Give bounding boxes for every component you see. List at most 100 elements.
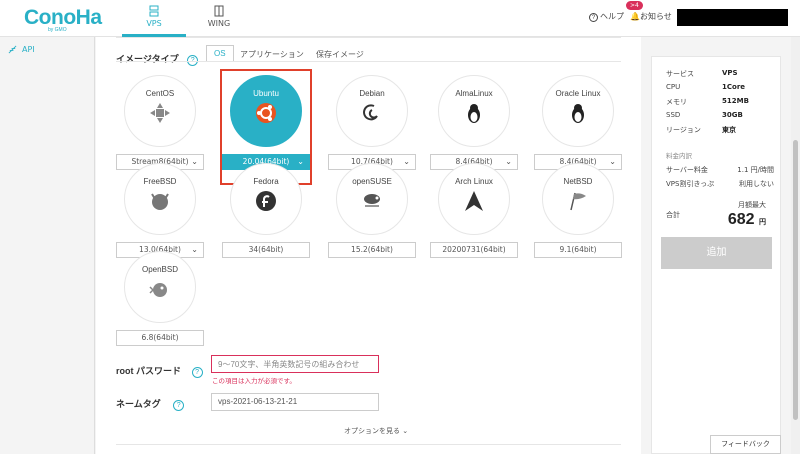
chevron-down-icon: ⌄ [402, 427, 409, 435]
add-button[interactable]: 追加 [661, 237, 772, 269]
subtab-os[interactable]: OS [206, 45, 234, 62]
opensuse-chameleon-icon [364, 194, 380, 207]
os-circle[interactable]: FreeBSD [124, 163, 196, 235]
leaf-icon [8, 45, 17, 54]
os-name: Fedora [253, 177, 279, 186]
sidebar-item-api[interactable]: API [0, 39, 95, 61]
tux-penguin-icon [468, 104, 480, 123]
subtab-application[interactable]: アプリケーション [240, 49, 304, 60]
debian-logo-icon [363, 104, 378, 121]
os-card-debian[interactable]: Debian 10.7(64bit) ⌄ [328, 75, 416, 170]
version-text: 15.2(64bit) [351, 245, 393, 254]
os-name: NetBSD [563, 177, 593, 186]
feedback-button[interactable]: フィードバック [710, 435, 781, 454]
root-password-text: root パスワード [116, 366, 181, 376]
price-unit: 円 [759, 219, 766, 226]
os-circle[interactable]: Arch Linux [438, 163, 510, 235]
price-value: 682 [727, 211, 755, 228]
redacted-account-box[interactable] [677, 9, 788, 26]
os-card-opensuse[interactable]: openSUSE 15.2(64bit) [328, 163, 416, 258]
more-options-link[interactable]: オプションを見る ⌄ [344, 426, 408, 436]
tux-penguin-icon [572, 104, 584, 123]
spec-value: 30GB [722, 111, 743, 119]
tab-vps[interactable]: VPS [122, 0, 186, 37]
spec-value: 1Core [722, 83, 746, 91]
question-icon[interactable]: ? [173, 400, 185, 411]
os-circle[interactable]: Fedora [230, 163, 302, 235]
os-name: CentOS [145, 89, 175, 98]
os-name: Oracle Linux [555, 89, 601, 98]
os-circle[interactable]: AlmaLinux [438, 75, 510, 147]
os-name: Arch Linux [455, 177, 493, 186]
server-icon [149, 5, 159, 17]
name-tag-input[interactable]: vps-2021-06-13-21-21 [211, 393, 379, 411]
root-password-label: root パスワード ? [116, 364, 203, 378]
sidebar: API [0, 37, 95, 454]
scrollbar[interactable] [791, 37, 800, 454]
os-card-openbsd[interactable]: OpenBSD 6.8(64bit) [116, 251, 204, 346]
os-name: AlmaLinux [455, 89, 493, 98]
tab-vps-label: VPS [146, 19, 162, 28]
image-type-text: イメージタイプ [116, 54, 179, 64]
building-icon [214, 5, 224, 17]
sidebar-item-label: API [22, 45, 35, 54]
os-card-freebsd[interactable]: FreeBSD 13.0(64bit) ⌄ [116, 163, 204, 258]
version-select[interactable]: 6.8(64bit) [116, 330, 204, 346]
freebsd-logo-icon [151, 193, 169, 210]
help-link[interactable]: ? ヘルプ [589, 11, 624, 22]
version-text: 6.8(64bit) [141, 333, 179, 342]
spec-key: メモリ [666, 98, 687, 106]
os-circle[interactable]: OpenBSD [124, 251, 196, 323]
image-type-label: イメージタイプ ? [116, 52, 199, 66]
centos-logo-icon [150, 103, 170, 123]
version-select[interactable]: 20200731(64bit) [430, 242, 518, 258]
spec-key: SSD [666, 111, 681, 119]
tab-wing[interactable]: WING [187, 0, 251, 37]
subtab-saved-image[interactable]: 保存イメージ [316, 49, 364, 60]
os-circle[interactable]: openSUSE [336, 163, 408, 235]
name-tag-label: ネームタグ ? [116, 397, 185, 411]
version-select[interactable]: 15.2(64bit) [328, 242, 416, 258]
os-card-arch-linux[interactable]: Arch Linux 20200731(64bit) [430, 163, 518, 258]
tab-wing-label: WING [207, 19, 231, 28]
version-text: 9.1(64bit) [559, 245, 597, 254]
fee-value: 1.1 円/時間 [737, 166, 774, 174]
os-circle[interactable]: CentOS [124, 75, 196, 147]
spec-key: サービス [666, 70, 694, 78]
question-icon[interactable]: ? [191, 367, 203, 378]
version-select[interactable]: 34(64bit) [222, 242, 310, 258]
netbsd-flag-icon [570, 192, 586, 211]
os-card-oracle-linux[interactable]: Oracle Linux 8.4(64bit) ⌄ [534, 75, 622, 170]
subtab-underline [116, 61, 621, 62]
spec-key: リージョン [666, 126, 701, 134]
notice-link[interactable]: 🔔お知らせ [630, 11, 672, 22]
os-name: FreeBSD [143, 177, 177, 186]
fee-row: サーバー料金 1.1 円/時間 [666, 165, 774, 175]
notice-badge: >4 [626, 1, 643, 10]
main-content: イメージタイプ ? OS アプリケーション 保存イメージ CentOS Stre… [96, 37, 641, 454]
version-text: 20200731(64bit) [442, 245, 506, 254]
os-circle[interactable]: Debian [336, 75, 408, 147]
os-circle[interactable]: NetBSD [542, 163, 614, 235]
fee-key: サーバー料金 [666, 166, 708, 174]
total-label: 合計 [666, 211, 680, 219]
spec-value: 東京 [722, 126, 736, 134]
fedora-logo-icon [256, 191, 276, 211]
version-select[interactable]: 9.1(64bit) [534, 242, 622, 258]
os-circle[interactable]: Oracle Linux [542, 75, 614, 147]
bell-icon: 🔔 [630, 12, 640, 21]
fee-row: VPS割引きっぷ 利用しない [666, 179, 774, 189]
total-price: 682 円 [728, 211, 766, 229]
arch-logo-icon [465, 191, 483, 211]
os-card-almalinux[interactable]: AlmaLinux 8.4(64bit) ⌄ [430, 75, 518, 170]
scrollbar-thumb[interactable] [793, 140, 798, 420]
top-header: ConoHa by GMO VPS WING ? ヘルプ >4 🔔お知らせ [0, 0, 800, 37]
spec-value: VPS [722, 69, 738, 77]
os-card-fedora[interactable]: Fedora 34(64bit) [222, 163, 310, 258]
os-name: Debian [359, 89, 385, 98]
os-card-centos[interactable]: CentOS Stream8(64bit) ⌄ [116, 75, 204, 170]
root-password-input[interactable]: 9～70文字、半角英数記号の組み合わせ [211, 355, 379, 373]
os-card-netbsd[interactable]: NetBSD 9.1(64bit) [534, 163, 622, 258]
more-options-text: オプションを見る [344, 427, 400, 435]
fee-breakdown-header: 料金内訳 [666, 152, 692, 160]
